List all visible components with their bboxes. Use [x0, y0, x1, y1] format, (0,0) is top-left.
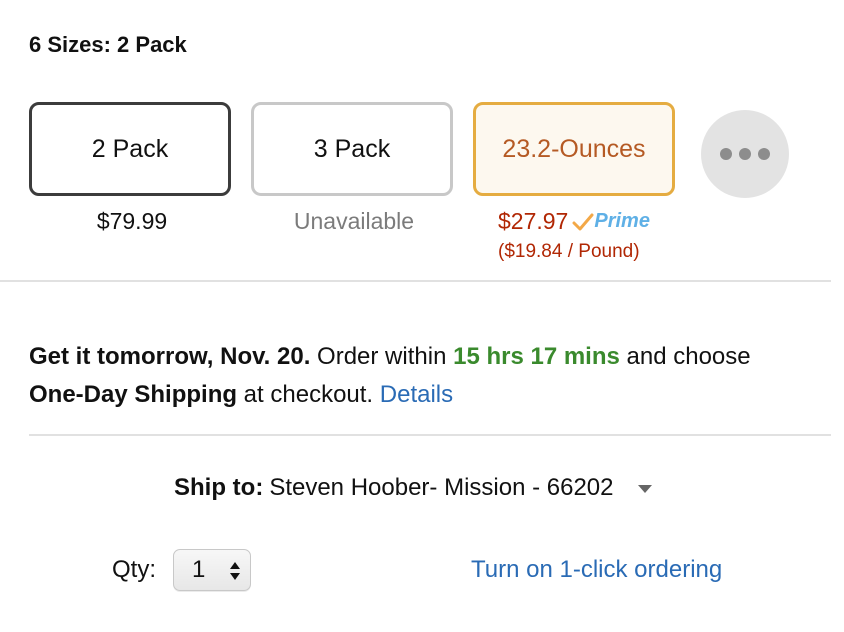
qty-label: Qty: — [112, 556, 157, 583]
section-divider — [0, 280, 831, 282]
prime-check-icon — [572, 213, 594, 230]
ellipsis-icon — [739, 148, 751, 160]
ship-to-address: Steven Hoober- Mission - 66202 — [269, 474, 614, 501]
size-selector-title: 6 Sizes: 2 Pack — [29, 32, 187, 57]
details-link[interactable]: Details — [380, 381, 453, 408]
ellipsis-icon — [720, 148, 732, 160]
delivery-date: Get it tomorrow, Nov. 20. — [29, 343, 311, 370]
size-option-2-pack[interactable]: 2 Pack — [29, 102, 231, 196]
delivery-text: and choose — [619, 343, 751, 370]
delivery-text: Order within — [310, 343, 454, 370]
prime-label: Prime — [594, 210, 650, 232]
size-option-label: 23.2-Ounces — [502, 134, 646, 163]
section-divider — [29, 434, 831, 436]
size-option-label: 2 Pack — [91, 134, 169, 163]
size-price-2-pack: $79.99 — [96, 208, 168, 234]
chevron-down-icon — [637, 485, 652, 493]
ellipsis-icon — [758, 148, 770, 160]
delivery-countdown: 15 hrs 17 mins — [453, 343, 620, 370]
size-option-3-pack[interactable]: 3 Pack — [251, 102, 453, 196]
prime-badge: Prime — [572, 210, 650, 233]
qty-select[interactable]: 1 — [173, 549, 251, 591]
ship-to-selector[interactable]: Ship to: Steven Hoober- Mission - 66202 — [174, 474, 652, 502]
unit-price: ($19.84 / Pound) — [498, 241, 640, 262]
more-sizes-button[interactable] — [701, 110, 789, 198]
ship-to-label: Ship to: — [174, 474, 264, 501]
one-click-ordering-link[interactable]: Turn on 1-click ordering — [471, 556, 722, 584]
size-price-23-2-ounces: $27.97 Prime — [498, 208, 650, 235]
updown-arrows-icon — [230, 562, 240, 580]
delivery-text: at checkout. — [237, 381, 380, 408]
price-value: $27.97 — [498, 208, 569, 234]
shipping-method: One-Day Shipping — [29, 381, 238, 408]
size-option-label: 3 Pack — [313, 134, 391, 163]
delivery-message: Get it tomorrow, Nov. 20. Order within 1… — [29, 338, 829, 414]
size-price-3-pack: Unavailable — [293, 208, 415, 234]
qty-value: 1 — [192, 556, 206, 583]
size-option-23-2-ounces[interactable]: 23.2-Ounces — [473, 102, 675, 196]
